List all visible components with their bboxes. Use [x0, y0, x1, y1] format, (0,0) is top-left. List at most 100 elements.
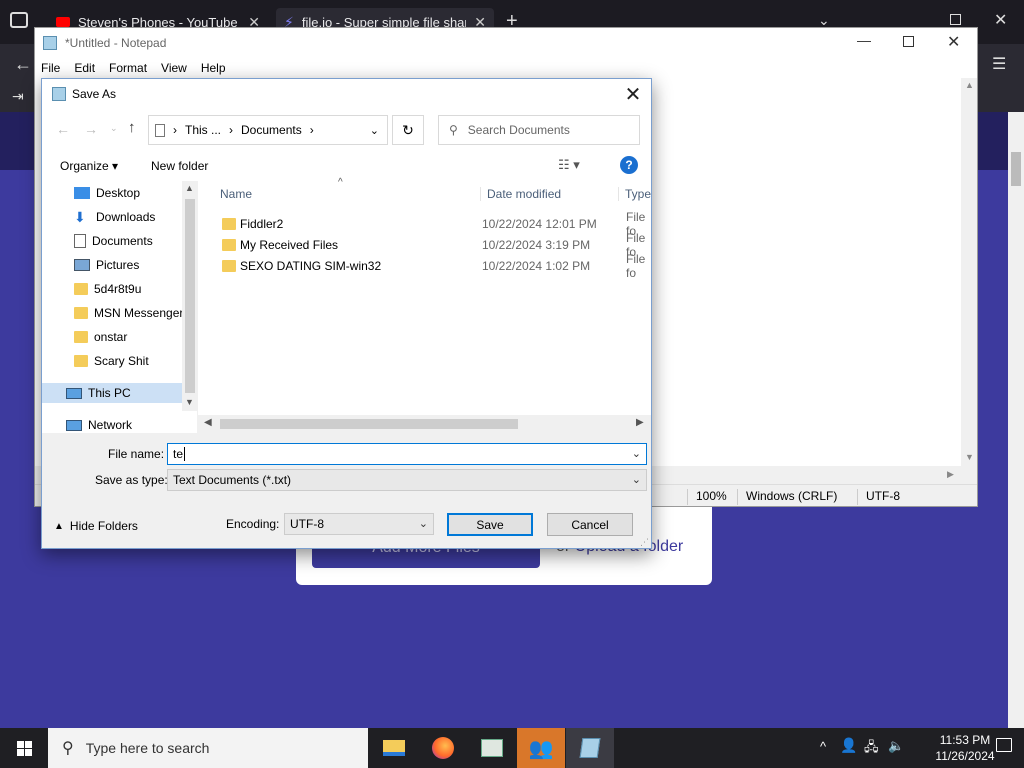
nav-item-desktop[interactable]: Desktop 📌	[74, 183, 212, 203]
nav-item-msn-messenger[interactable]: MSN Messenger	[74, 303, 196, 323]
nav-item-pictures[interactable]: Pictures 📌	[74, 255, 212, 275]
encoding-select[interactable]: UTF-8 ⌄	[284, 513, 434, 535]
nav-item-downloads[interactable]: ⬇ Downloads 📌	[74, 207, 212, 227]
breadcrumb-this-pc[interactable]: This ...	[185, 123, 221, 137]
notepad-title: *Untitled - Notepad	[65, 36, 167, 50]
messenger-tray-icon[interactable]: 👤	[840, 737, 857, 754]
sign-in-icon[interactable]: ⇥	[12, 88, 24, 105]
clock[interactable]: 11:53 PM 11/26/2024	[930, 732, 1000, 764]
help-icon[interactable]: ?	[620, 156, 638, 174]
maximize-icon[interactable]	[903, 36, 914, 47]
back-icon[interactable]: ←	[14, 54, 32, 75]
save-button[interactable]: Save	[447, 513, 533, 536]
file-name-input[interactable]: te ⌄	[167, 443, 647, 465]
menu-icon[interactable]: ☰	[992, 54, 1006, 74]
notepad-titlebar: *Untitled - Notepad — ✕	[35, 28, 977, 58]
scroll-down-icon[interactable]: ▼	[185, 397, 194, 407]
scroll-left-icon[interactable]: ◀	[204, 417, 212, 428]
nav-item-this-pc[interactable]: This PC	[42, 383, 182, 403]
breadcrumb-documents[interactable]: Documents	[241, 123, 302, 137]
tab-list-icon[interactable]	[10, 12, 28, 28]
taskbar-file-explorer[interactable]	[370, 728, 418, 768]
minimize-icon[interactable]: —	[857, 32, 871, 48]
dialog-close-icon[interactable]: ✕	[621, 82, 645, 106]
page-scrollbar[interactable]	[1008, 112, 1024, 728]
taskbar-app[interactable]	[468, 728, 516, 768]
recent-dropdown-icon[interactable]: ⌄	[110, 123, 118, 134]
breadcrumb-separator-icon: ›	[173, 123, 177, 137]
chevron-down-icon[interactable]: ⌄	[370, 124, 379, 137]
column-header-date[interactable]: Date modified	[480, 187, 561, 201]
file-name: SEXO DATING SIM-win32	[240, 258, 382, 273]
scroll-up-icon[interactable]: ▲	[965, 80, 974, 90]
notifications-icon[interactable]	[996, 738, 1012, 752]
taskbar-msn-messenger[interactable]: 👥	[517, 728, 565, 768]
notepad-icon	[52, 87, 66, 101]
save-as-type-value: Text Documents (*.txt)	[173, 473, 292, 487]
file-row-fiddler2[interactable]: Fiddler2 10/22/2024 12:01 PM File fo	[222, 210, 652, 238]
search-icon: ⚲	[62, 740, 74, 757]
menu-format[interactable]: Format	[109, 61, 147, 75]
nav-label: 5d4r8t9u	[94, 282, 142, 296]
organize-button[interactable]: Organize ▾	[60, 159, 118, 173]
clock-time: 11:53 PM	[939, 733, 991, 747]
notepad-vertical-scrollbar[interactable]: ▲ ▼	[961, 78, 977, 466]
column-header-type[interactable]: Type	[618, 187, 651, 201]
volume-icon[interactable]: 🔈	[888, 738, 904, 754]
file-row-my-received-files[interactable]: My Received Files 10/22/2024 3:19 PM Fil…	[222, 231, 652, 259]
column-header-name[interactable]: Name	[220, 187, 252, 201]
menu-view[interactable]: View	[161, 61, 187, 75]
scroll-right-icon[interactable]: ▶	[636, 417, 644, 428]
taskbar-search-placeholder: Type here to search	[85, 740, 210, 756]
chevron-down-icon[interactable]: ⌄	[632, 447, 641, 460]
hide-folders-button[interactable]: ▲ Hide Folders	[54, 519, 138, 533]
youtube-icon	[56, 17, 70, 27]
taskbar-notepad[interactable]	[566, 728, 614, 768]
restore-icon[interactable]	[950, 14, 961, 25]
nav-item-documents[interactable]: Documents 📌	[74, 231, 212, 251]
nav-label: Desktop	[96, 186, 141, 200]
search-documents-input[interactable]: ⚲ Search Documents	[438, 115, 640, 145]
save-as-type-select[interactable]: Text Documents (*.txt) ⌄	[167, 469, 647, 491]
folder-icon	[222, 259, 236, 272]
nav-item-network[interactable]: Network	[66, 415, 188, 435]
breadcrumb-separator-icon: ›	[309, 123, 314, 137]
scroll-up-icon[interactable]: ▲	[185, 183, 194, 193]
address-bar[interactable]: › This ... › Documents › ⌄	[148, 115, 388, 145]
up-icon[interactable]: ↑	[128, 119, 136, 136]
back-icon[interactable]: ←	[56, 121, 70, 137]
close-icon[interactable]: ✕	[947, 32, 960, 52]
taskbar-firefox[interactable]	[419, 728, 467, 768]
page-scroll-thumb[interactable]	[1011, 152, 1021, 186]
new-folder-button[interactable]: New folder	[151, 159, 208, 173]
menu-edit[interactable]: Edit	[74, 61, 95, 75]
nav-item-5d4r8t9u[interactable]: 5d4r8t9u	[74, 279, 196, 299]
nav-item-scary-shit[interactable]: Scary Shit	[74, 351, 196, 371]
navigation-pane: Desktop 📌 ⬇ Downloads 📌 Documents 📌 Pict…	[42, 181, 212, 435]
folder-icon	[222, 238, 236, 251]
network-tray-icon[interactable]: 🖧	[864, 738, 879, 760]
tray-overflow-icon[interactable]: ^	[820, 739, 826, 754]
file-row-sexo-dating-sim[interactable]: SEXO DATING SIM-win32 10/22/2024 1:02 PM…	[222, 252, 652, 280]
nav-scroll-thumb[interactable]	[185, 199, 195, 393]
view-options-icon[interactable]: ☷ ▾	[558, 157, 580, 173]
notepad-menubar: File Edit Format View Help	[35, 58, 977, 78]
scroll-down-icon[interactable]: ▼	[965, 452, 974, 462]
file-list-scroll-thumb[interactable]	[220, 419, 518, 429]
nav-label: Scary Shit	[94, 354, 149, 368]
menu-file[interactable]: File	[41, 61, 60, 75]
save-as-type-label: Save as type:	[95, 473, 168, 487]
refresh-button[interactable]: ↻	[392, 115, 424, 145]
cancel-button[interactable]: Cancel	[547, 513, 633, 536]
scroll-right-icon[interactable]: ▶	[947, 469, 954, 480]
nav-item-onstar[interactable]: onstar	[74, 327, 196, 347]
start-button[interactable]	[0, 728, 48, 768]
menu-help[interactable]: Help	[201, 61, 226, 75]
file-explorer-icon	[383, 740, 405, 756]
forward-icon[interactable]: →	[84, 121, 98, 137]
sort-ascending-icon: ^	[338, 177, 343, 188]
close-window-icon[interactable]: ✕	[994, 10, 1007, 30]
taskbar-search[interactable]: ⚲ Type here to search	[48, 728, 368, 768]
hide-folders-label: Hide Folders	[69, 519, 138, 533]
resize-grip-icon[interactable]: ⋰	[640, 537, 649, 548]
